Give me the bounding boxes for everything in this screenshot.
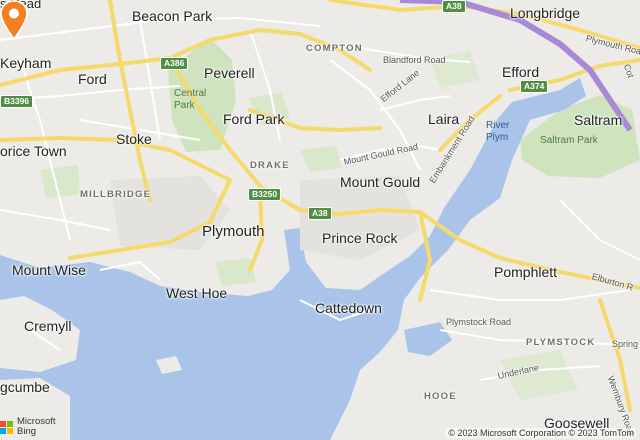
place-saltram: Saltram xyxy=(574,112,623,128)
district-millbridge: MILLBRIDGE xyxy=(80,189,152,200)
shield-b3250: B3250 xyxy=(248,188,282,202)
green-patch xyxy=(300,146,342,172)
road-plymstock: Plymstock Road xyxy=(446,317,512,327)
place-longbridge: Longbridge xyxy=(510,5,581,21)
place-prince-rock: Prince Rock xyxy=(322,230,398,246)
place-mount-wise: Mount Wise xyxy=(12,262,86,278)
shield-a386: A386 xyxy=(160,57,189,71)
shield-a38-center: A38 xyxy=(308,207,332,221)
place-peverell: Peverell xyxy=(204,65,255,81)
place-plymouth: Plymouth xyxy=(202,223,265,240)
place-ford-park: Ford Park xyxy=(223,111,285,127)
park-saltram: Saltram Park xyxy=(540,135,598,146)
place-beacon-park: Beacon Park xyxy=(132,8,213,24)
district-plymstock: PLYMSTOCK xyxy=(526,337,596,348)
shield-b3396: B3396 xyxy=(0,95,34,109)
place-morice-town: orice Town xyxy=(0,143,67,159)
map-view[interactable]: s Head Beacon Park Keyham Ford Peverell … xyxy=(0,0,640,440)
place-efford: Efford xyxy=(502,64,540,80)
road-spring: Spring xyxy=(612,339,639,349)
hooe-lake-water xyxy=(404,322,452,356)
place-stoke: Stoke xyxy=(116,131,152,147)
copyright-text: © 2023 Microsoft Corporation © 2023 TomT… xyxy=(446,428,636,438)
water-river-plym: River Plym xyxy=(486,120,510,143)
place-mount-gould: Mount Gould xyxy=(340,174,421,190)
district-compton: COMPTON xyxy=(306,43,363,54)
shield-a38: A38 xyxy=(442,0,466,14)
park-central: Central Park xyxy=(174,88,207,111)
bing-logo: Microsoft Bing xyxy=(0,417,56,437)
green-patch xyxy=(40,165,80,198)
place-pomphlett: Pomphlett xyxy=(494,264,558,280)
place-keyham: Keyham xyxy=(0,55,52,71)
place-west-hoe: West Hoe xyxy=(166,285,228,301)
district-drake: DRAKE xyxy=(250,160,290,171)
place-cattedown: Cattedown xyxy=(315,300,382,316)
road-blandford: Blandford Road xyxy=(383,55,446,65)
place-laira: Laira xyxy=(428,111,460,127)
place-cremyll: Cremyll xyxy=(24,318,72,334)
location-pin-icon[interactable] xyxy=(0,0,28,40)
place-gcumbe: gcumbe xyxy=(0,379,50,395)
microsoft-logo-icon xyxy=(0,420,13,434)
district-hooe: HOOE xyxy=(424,391,457,402)
shield-a374: A374 xyxy=(520,80,549,94)
green-patch xyxy=(215,258,256,286)
place-ford: Ford xyxy=(78,71,107,87)
